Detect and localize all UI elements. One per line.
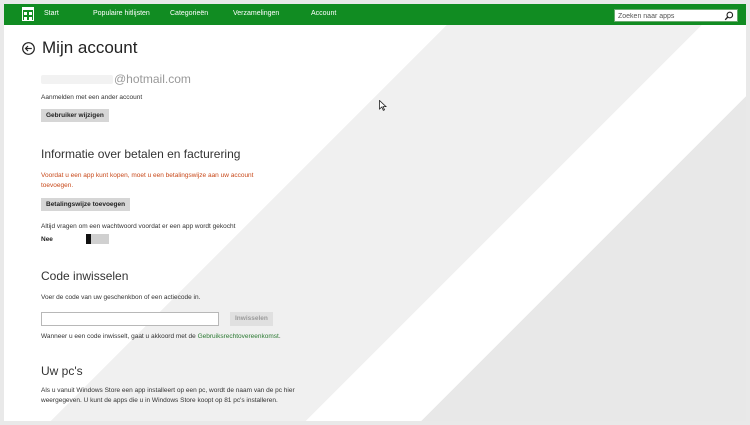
background-pattern [4,4,746,421]
terms-notice: Wanneer u een code inwisselt, gaat u akk… [41,333,281,340]
add-payment-button[interactable]: Betalingswijze toevoegen [41,198,131,211]
terms-end: . [278,333,281,340]
nav-account[interactable]: Account [311,10,336,17]
nav-categories[interactable]: Categorieën [170,10,208,17]
terms-link[interactable]: Gebruiksrechtovereenkomst [198,333,279,340]
nav-start[interactable]: Start [44,10,59,17]
email-domain: @hotmail.com [114,72,191,86]
change-user-button[interactable]: Gebruiker wijzigen [41,109,109,122]
payment-warning-text: Voordat u een app kunt kopen, moet u een… [41,172,254,189]
redeem-instructions: Voer de code van uw geschenkbon of een a… [41,294,201,301]
nav-popular-charts[interactable]: Populaire hitlijsten [93,10,150,17]
search-box[interactable] [614,9,738,22]
nav-collections[interactable]: Verzamelingen [233,10,279,17]
redacted-email-username [41,75,113,84]
password-prompt-label: Altijd vragen om een wachtwoord voordat … [41,223,236,230]
page-title: Mijn account [42,38,138,57]
pcs-section-title: Uw pc's [41,364,83,378]
search-input[interactable] [618,11,718,21]
store-window: Start Populaire hitlijsten Categorieën V… [4,4,746,421]
redeem-section-title: Code inwisselen [41,269,129,283]
mouse-cursor-icon [379,100,387,111]
redeem-button[interactable]: Inwisselen [230,312,273,326]
password-toggle-state: Nee [41,236,53,243]
pcs-description: Als u vanuit Windows Store een app insta… [41,387,295,404]
password-toggle[interactable] [86,234,109,244]
toggle-thumb [86,234,91,244]
terms-text: Wanneer u een code inwisselt, gaat u akk… [41,333,198,340]
redeem-code-input[interactable] [41,312,219,326]
store-icon[interactable] [22,7,34,21]
back-arrow-icon[interactable] [22,42,35,55]
billing-section-title: Informatie over betalen en facturering [41,147,241,161]
signin-other-account-text: Aanmelden met een ander account [41,94,143,101]
top-app-bar: Start Populaire hitlijsten Categorieën V… [4,4,746,25]
search-icon[interactable] [724,11,734,21]
